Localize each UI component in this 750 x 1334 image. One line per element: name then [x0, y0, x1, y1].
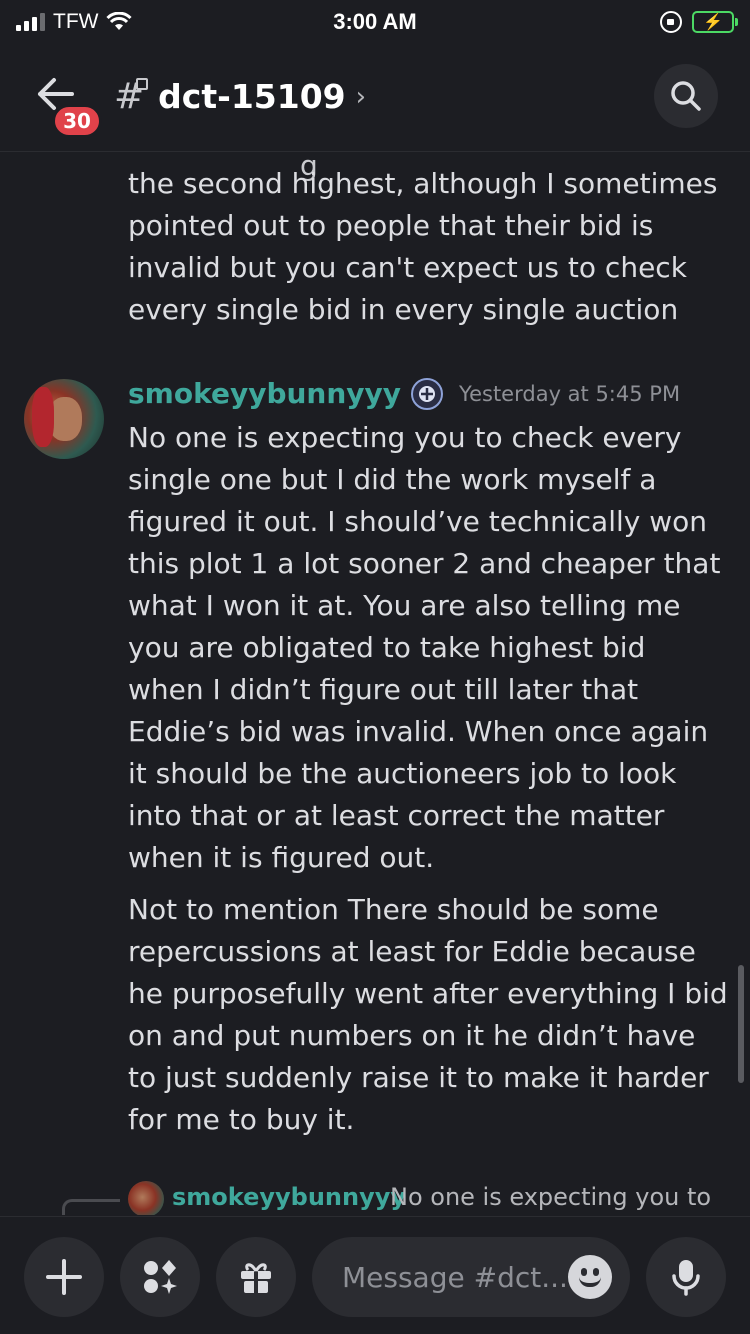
apps-button[interactable]: [120, 1237, 200, 1317]
microphone-icon: [672, 1260, 700, 1296]
status-bar: TFW 3:00 AM ⚡: [0, 0, 750, 44]
reply-connector: [62, 1199, 120, 1215]
unread-badge: 30: [52, 104, 102, 138]
wifi-icon: [106, 12, 133, 30]
channel-name: dct-15109: [158, 77, 346, 116]
reply-text: No one is expecting you to: [390, 1183, 712, 1211]
plus-icon: [46, 1259, 82, 1295]
message-body: No one is expecting you to check every s…: [128, 421, 721, 874]
channel-title[interactable]: # dct-15109 ›: [114, 76, 366, 117]
emoji-icon[interactable]: [568, 1255, 612, 1299]
message-input[interactable]: Message #dct...: [312, 1237, 630, 1317]
search-icon: [671, 81, 701, 111]
rotation-lock-icon: [660, 11, 682, 33]
chevron-right-icon: ›: [355, 81, 367, 112]
message-continued: the second highest, although I sometimes…: [128, 167, 718, 326]
composer-bar: Message #dct...: [0, 1216, 750, 1334]
signal-icon: [16, 13, 45, 31]
message-timestamp: Yesterday at 5:45 PM: [459, 381, 681, 406]
battery-charging-icon: ⚡: [692, 11, 738, 33]
status-left: TFW: [16, 10, 133, 34]
status-right: ⚡: [660, 11, 738, 33]
message-body-second: Not to mention There should be some repe…: [128, 893, 728, 1136]
search-button[interactable]: [654, 64, 718, 128]
apps-icon: [144, 1260, 177, 1294]
reply-avatar: [128, 1181, 164, 1215]
scrollbar[interactable]: [738, 965, 744, 1083]
message-header: smokeyybunnyyy Yesterday at 5:45 PM: [128, 377, 680, 410]
channel-header: 30 # dct-15109 ›: [0, 56, 750, 152]
avatar[interactable]: [24, 379, 104, 459]
role-badge-icon[interactable]: [411, 377, 444, 410]
reply-preview[interactable]: smokeyybunnyyy No one is expecting you t…: [0, 1181, 750, 1215]
hashtag-thread-icon: #: [114, 76, 149, 117]
voice-button[interactable]: [646, 1237, 726, 1317]
reply-author: smokeyybunnyyy: [172, 1183, 407, 1211]
message-input-placeholder: Message #dct...: [342, 1260, 568, 1294]
message-list[interactable]: g the second highest, although I sometim…: [0, 153, 750, 1215]
gift-icon: [241, 1263, 271, 1293]
gift-button[interactable]: [216, 1237, 296, 1317]
message-author[interactable]: smokeyybunnyyy: [128, 377, 401, 410]
carrier-label: TFW: [53, 10, 99, 33]
add-button[interactable]: [24, 1237, 104, 1317]
